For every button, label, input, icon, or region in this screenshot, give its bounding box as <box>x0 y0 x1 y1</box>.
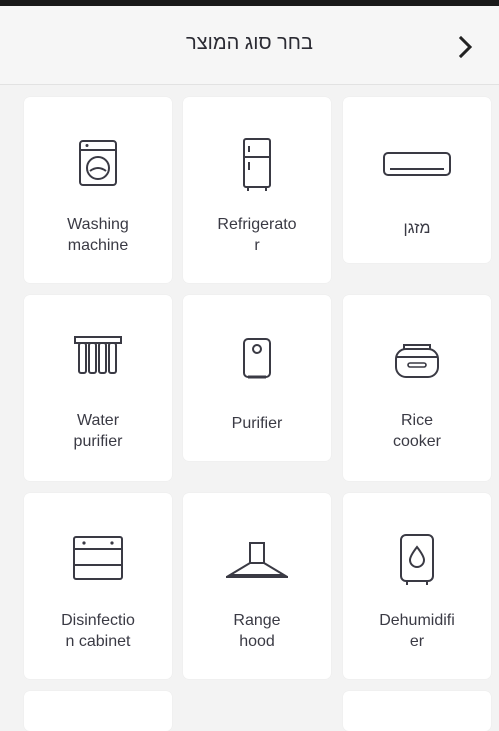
product-card-partial[interactable] <box>343 691 491 731</box>
back-button[interactable] <box>452 33 480 61</box>
product-card-disinfection-cabinet[interactable]: Disinfectio n cabinet <box>24 493 172 679</box>
disinfection-cabinet-icon <box>73 536 123 580</box>
rice-cooker-icon <box>395 344 439 378</box>
air-purifier-icon <box>243 338 271 379</box>
product-card-label: Range hood <box>233 612 281 650</box>
product-card-label: מזגן <box>403 220 431 237</box>
product-card-label: Water purifier <box>73 412 123 450</box>
washing-machine-icon <box>79 140 117 186</box>
page-title: בחר סוג המוצר <box>186 32 313 54</box>
product-card-washing-machine[interactable]: Washing machine <box>24 97 172 283</box>
product-card-refrigerator[interactable]: Refrigerato r <box>183 97 331 283</box>
dehumidifier-icon <box>400 534 434 585</box>
product-card-purifier[interactable]: Purifier <box>183 295 331 461</box>
product-card-label: Refrigerato r <box>217 216 297 254</box>
chevron-right-icon <box>458 35 473 59</box>
product-card-label: Disinfectio n cabinet <box>61 612 135 650</box>
product-card-dehumidifier[interactable]: Dehumidifi er <box>343 493 491 679</box>
air-conditioner-icon <box>383 152 451 176</box>
product-card-label: Rice cooker <box>392 412 442 450</box>
product-card-water-purifier[interactable]: Water purifier <box>24 295 172 481</box>
product-card-label: Dehumidifi er <box>379 612 455 650</box>
product-card-air-conditioner[interactable]: מזגן <box>343 97 491 263</box>
range-hood-icon <box>226 542 288 578</box>
product-card-label: Purifier <box>231 415 283 432</box>
page-header: בחר סוג המוצר <box>0 6 499 85</box>
refrigerator-icon <box>243 138 271 191</box>
product-card-partial[interactable] <box>24 691 172 731</box>
product-card-range-hood[interactable]: Range hood <box>183 493 331 679</box>
product-card-rice-cooker[interactable]: Rice cooker <box>343 295 491 481</box>
product-card-label: Washing machine <box>67 216 129 254</box>
water-purifier-icon <box>74 336 122 374</box>
